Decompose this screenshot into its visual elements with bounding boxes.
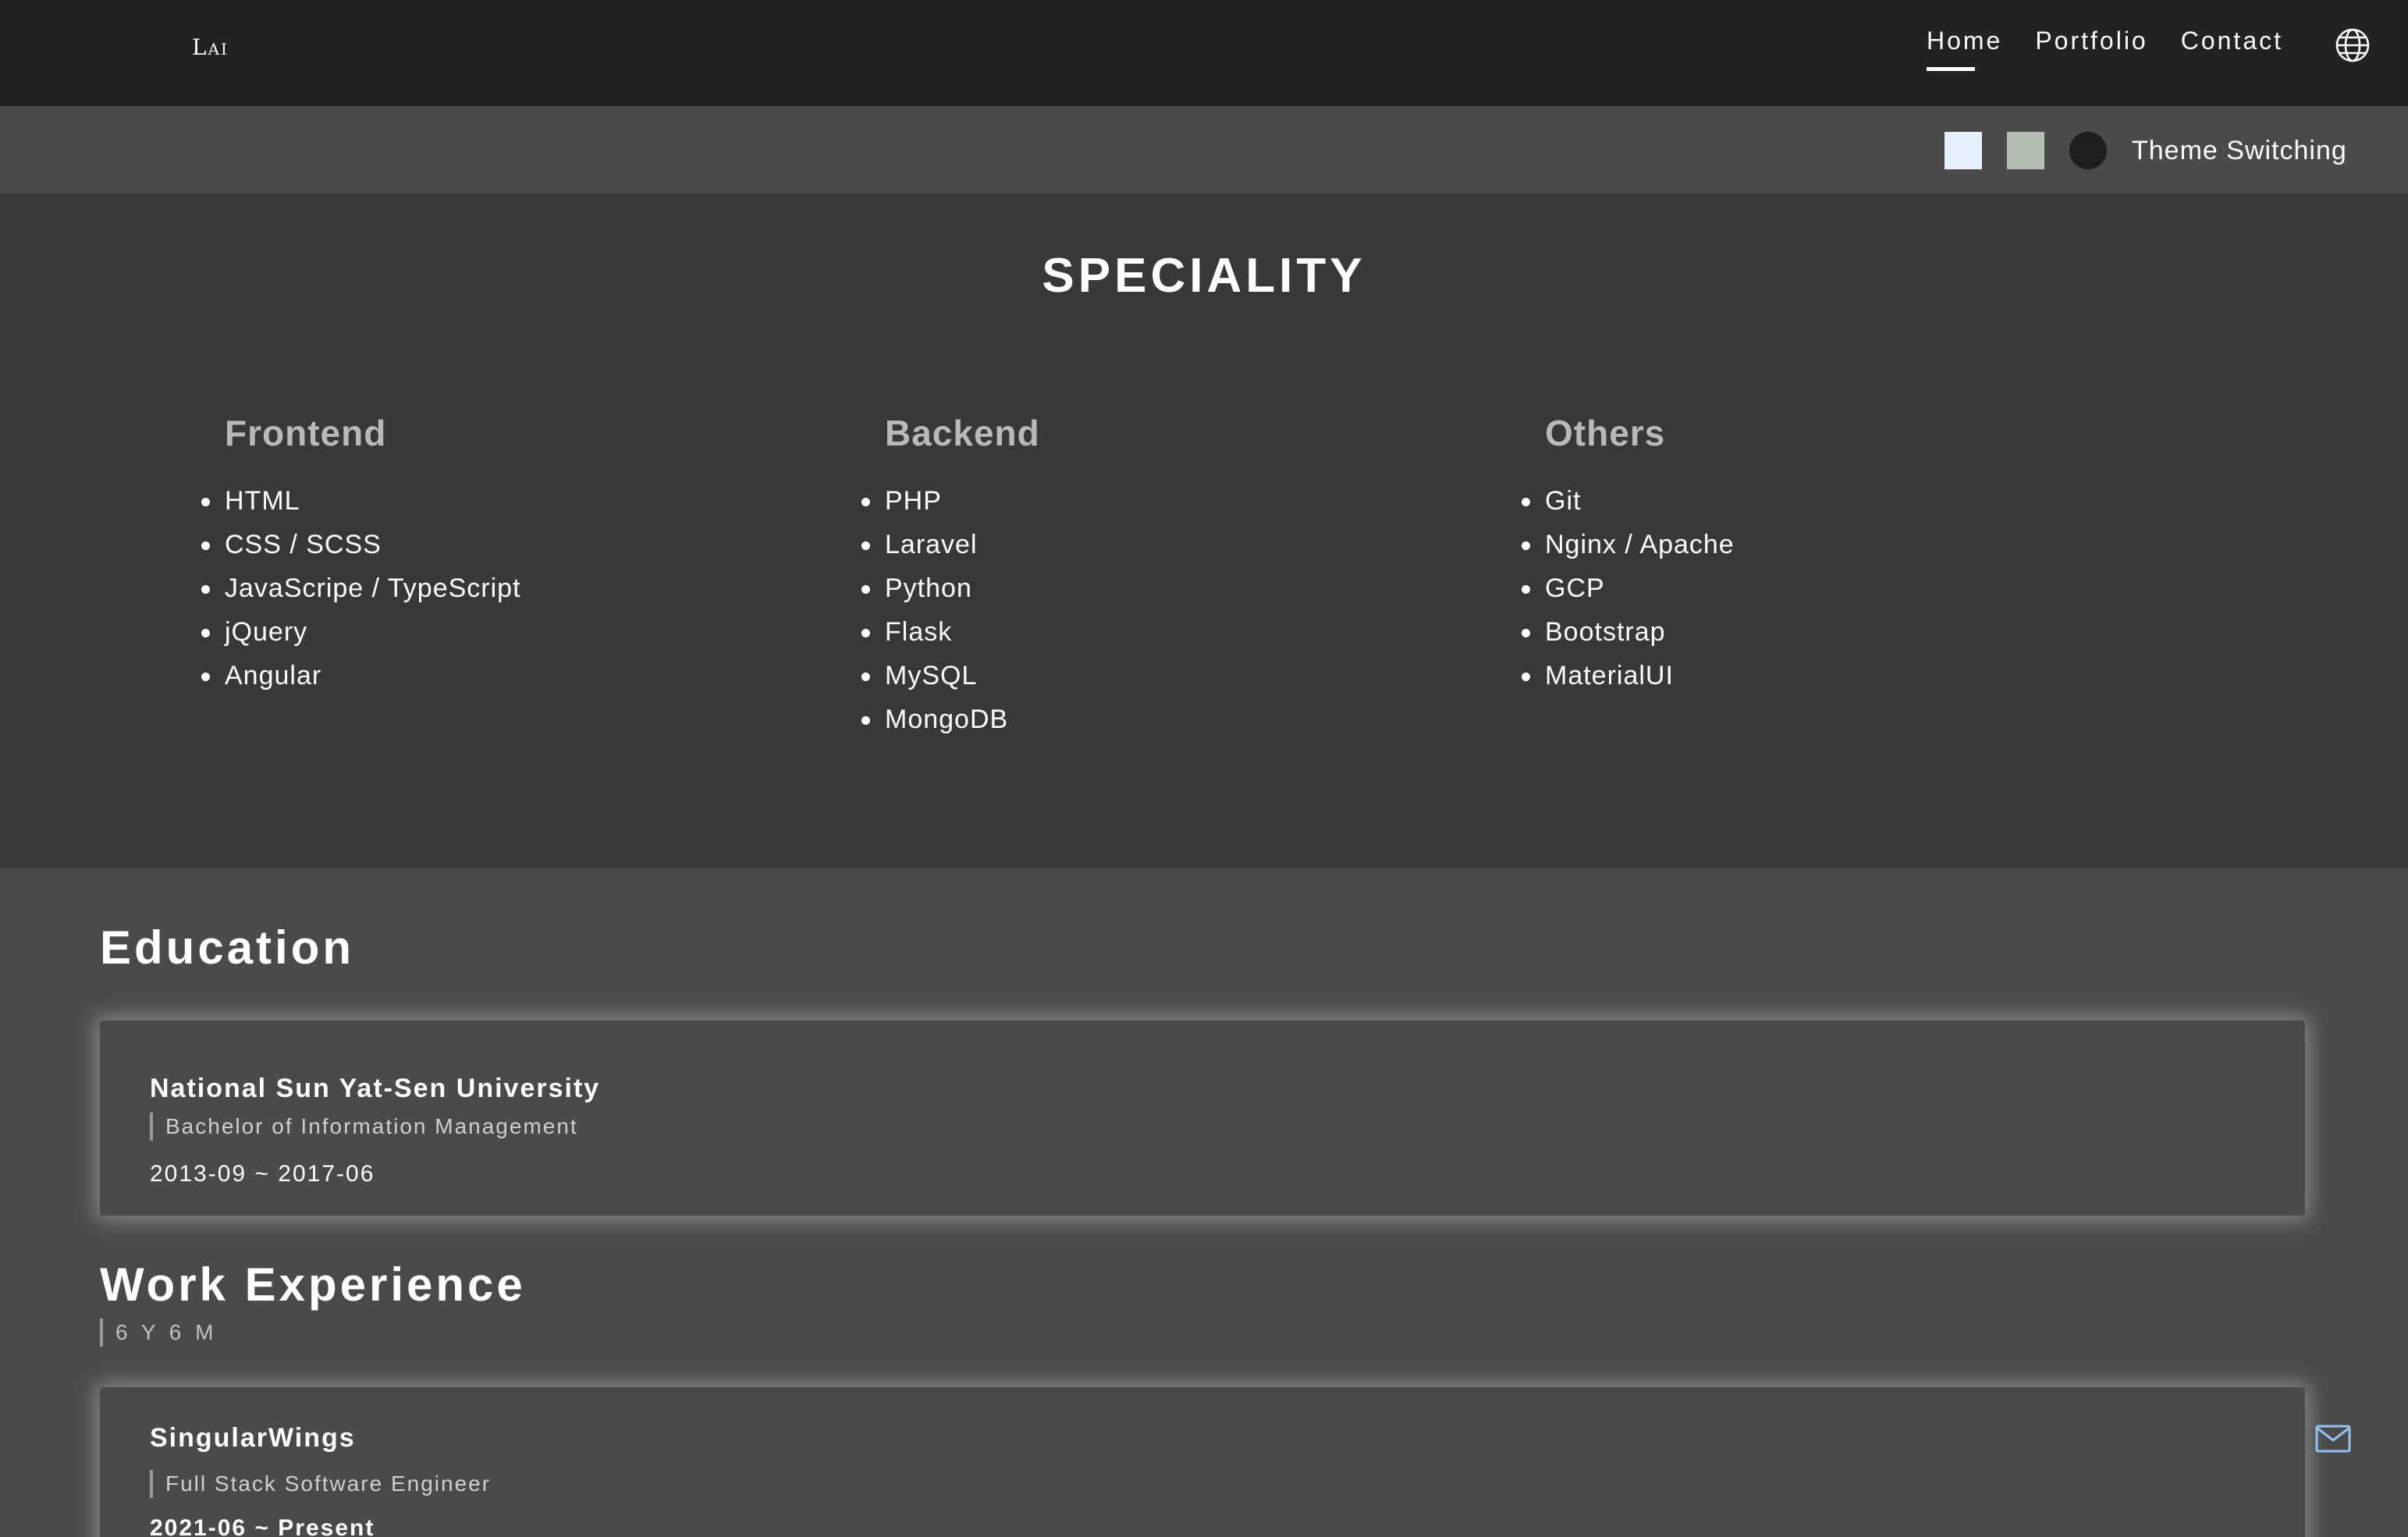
work-period: 2021-06 ~ Present bbox=[150, 1515, 375, 1537]
work-total-duration: 6 Y 6 M bbox=[100, 1319, 217, 1347]
degree: Bachelor of Information Management bbox=[150, 1113, 578, 1141]
theme-switching-label: Theme Switching bbox=[2132, 136, 2347, 165]
column-title: Others bbox=[1545, 413, 1666, 453]
skill-item: MaterialUI bbox=[1522, 654, 2185, 698]
skill-item: Angular bbox=[201, 654, 865, 698]
speciality-column-frontend: Frontend HTML CSS / SCSS JavaScripe / Ty… bbox=[201, 412, 865, 698]
skill-list: Git Nginx / Apache GCP Bootstrap Materia… bbox=[1522, 479, 2185, 698]
skill-item: MongoDB bbox=[861, 698, 1525, 741]
skill-item: jQuery bbox=[201, 610, 865, 654]
work-card: SingularWings Full Stack Software Engine… bbox=[100, 1387, 2305, 1537]
skill-item: GCP bbox=[1522, 566, 2185, 610]
skill-item: HTML bbox=[201, 479, 865, 523]
company-name: SingularWings bbox=[150, 1423, 356, 1453]
school-name: National Sun Yat-Sen University bbox=[150, 1074, 601, 1103]
mail-icon[interactable] bbox=[2314, 1423, 2352, 1454]
job-role: Full Stack Software Engineer bbox=[150, 1470, 491, 1498]
speciality-column-backend: Backend PHP Laravel Python Flask MySQL M… bbox=[861, 412, 1525, 741]
theme-swatch-light[interactable] bbox=[1945, 132, 1982, 169]
skill-item: PHP bbox=[861, 479, 1525, 523]
skill-item: Python bbox=[861, 566, 1525, 610]
speciality-title: SPECIALITY bbox=[1042, 249, 1366, 303]
skill-item: CSS / SCSS bbox=[201, 523, 865, 566]
skill-list: PHP Laravel Python Flask MySQL MongoDB bbox=[861, 479, 1525, 741]
skill-item: Nginx / Apache bbox=[1522, 523, 2185, 566]
skill-item: MySQL bbox=[861, 654, 1525, 698]
nav-link-portfolio[interactable]: Portfolio bbox=[2035, 27, 2147, 71]
nav-link-contact[interactable]: Contact bbox=[2181, 27, 2283, 71]
education-title: Education bbox=[100, 921, 355, 974]
top-navbar: Lai Home Portfolio Contact bbox=[0, 0, 2408, 106]
globe-icon[interactable] bbox=[2335, 27, 2371, 63]
skill-item: Git bbox=[1522, 479, 2185, 523]
site-logo[interactable]: Lai bbox=[192, 34, 229, 60]
theme-swatch-dark[interactable] bbox=[2069, 132, 2107, 169]
skill-item: Laravel bbox=[861, 523, 1525, 566]
column-title: Backend bbox=[885, 413, 1040, 453]
speciality-column-others: Others Git Nginx / Apache GCP Bootstrap … bbox=[1522, 412, 2185, 698]
skill-item: JavaScripe / TypeScript bbox=[201, 566, 865, 610]
nav-links: Home Portfolio Contact bbox=[1926, 27, 2283, 71]
column-title: Frontend bbox=[225, 413, 387, 453]
speciality-section: SPECIALITY Frontend HTML CSS / SCSS Java… bbox=[0, 193, 2408, 868]
work-experience-title: Work Experience bbox=[100, 1258, 526, 1311]
education-period: 2013-09 ~ 2017-06 bbox=[150, 1161, 375, 1187]
theme-switcher-bar: Theme Switching bbox=[0, 106, 2408, 193]
skill-item: Flask bbox=[861, 610, 1525, 654]
education-card: National Sun Yat-Sen University Bachelor… bbox=[100, 1021, 2305, 1216]
theme-swatch-sage[interactable] bbox=[2007, 132, 2044, 169]
page: Lai Home Portfolio Contact Theme Switchi… bbox=[0, 0, 2408, 1537]
nav-link-home[interactable]: Home bbox=[1926, 27, 2002, 71]
skill-list: HTML CSS / SCSS JavaScripe / TypeScript … bbox=[201, 479, 865, 698]
skill-item: Bootstrap bbox=[1522, 610, 2185, 654]
